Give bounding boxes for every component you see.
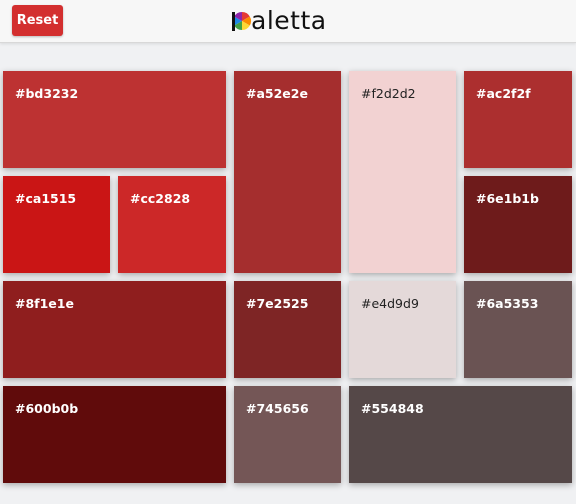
hex-label: #ac2f2f	[476, 86, 531, 101]
color-swatch[interactable]: #7e2525	[234, 281, 341, 378]
color-swatch[interactable]: #8f1e1e	[3, 281, 226, 378]
color-swatch[interactable]: #bd3232	[3, 71, 226, 168]
hex-label: #e4d9d9	[361, 296, 419, 311]
hex-label: #600b0b	[15, 401, 79, 416]
hex-label: #7e2525	[246, 296, 309, 311]
color-swatch[interactable]: #6a5353	[464, 281, 572, 378]
color-swatch[interactable]: #e4d9d9	[349, 281, 456, 378]
color-swatch[interactable]: #f2d2d2	[349, 71, 456, 273]
color-swatch-grid: #bd3232 #a52e2e #f2d2d2 #ac2f2f #ca1515 …	[0, 0, 576, 504]
hex-label: #f2d2d2	[361, 86, 416, 101]
hex-label: #554848	[361, 401, 424, 416]
hex-label: #bd3232	[15, 86, 79, 101]
color-swatch[interactable]: #ac2f2f	[464, 71, 572, 168]
color-swatch[interactable]: #cc2828	[118, 176, 226, 273]
hex-label: #cc2828	[130, 191, 191, 206]
hex-label: #a52e2e	[246, 86, 308, 101]
hex-label: #6a5353	[476, 296, 539, 311]
color-swatch[interactable]: #600b0b	[3, 386, 226, 483]
color-swatch[interactable]: #554848	[349, 386, 572, 483]
hex-label: #6e1b1b	[476, 191, 539, 206]
hex-label: #745656	[246, 401, 309, 416]
hex-label: #8f1e1e	[15, 296, 74, 311]
color-swatch[interactable]: #745656	[234, 386, 341, 483]
hex-label: #ca1515	[15, 191, 77, 206]
color-swatch[interactable]: #ca1515	[3, 176, 110, 273]
color-swatch[interactable]: #a52e2e	[234, 71, 341, 273]
color-swatch[interactable]: #6e1b1b	[464, 176, 572, 273]
